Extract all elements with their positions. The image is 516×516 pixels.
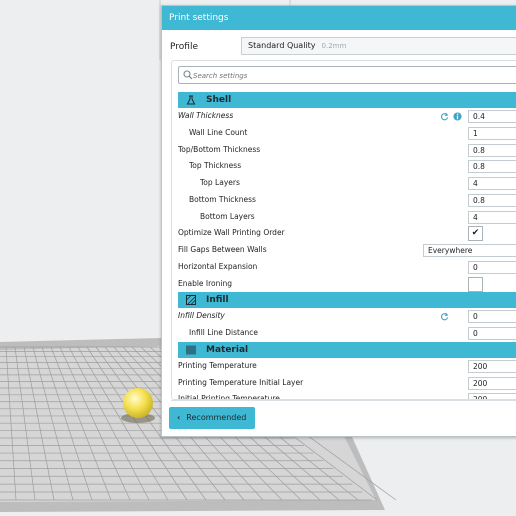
reset-icon[interactable] bbox=[440, 112, 449, 121]
setting-value-field[interactable]: 200 bbox=[468, 393, 516, 399]
setting-value-field[interactable]: 200 bbox=[468, 359, 516, 373]
setting-row-infill-density: Infill Density 0 bbox=[178, 308, 516, 325]
setting-label: Top/Bottom Thickness bbox=[178, 144, 261, 154]
setting-value-field[interactable]: 0.8 bbox=[468, 160, 516, 174]
reset-icon[interactable] bbox=[440, 312, 449, 321]
setting-checkbox[interactable]: ✔ bbox=[468, 226, 483, 242]
setting-row-top-bottom-thickness: Top/Bottom Thickness 0.8 bbox=[178, 142, 516, 159]
setting-row-optimize-wall-printing-order: Optimize Wall Printing Order ✔ bbox=[178, 225, 516, 242]
setting-label: Optimize Wall Printing Order bbox=[178, 228, 285, 238]
setting-label: Bottom Thickness bbox=[189, 194, 256, 204]
model-sphere bbox=[123, 388, 153, 418]
setting-row-wall-thickness: Wall Thickness 0.4 bbox=[178, 108, 516, 125]
setting-value-field[interactable]: 0 bbox=[468, 327, 516, 340]
setting-label: Infill Density bbox=[178, 311, 225, 321]
setting-row-initial-printing-temperature: Initial Printing Temperature 200 bbox=[178, 391, 516, 400]
setting-label: Bottom Layers bbox=[200, 211, 255, 221]
setting-row-printing-temperature-initial-layer: Printing Temperature Initial Layer 200 bbox=[178, 375, 516, 392]
setting-row-horizontal-expansion: Horizontal Expansion 0 bbox=[178, 259, 516, 276]
profile-value: Standard Quality bbox=[248, 41, 316, 50]
setting-label: Wall Thickness bbox=[178, 111, 234, 120]
setting-label: Printing Temperature Initial Layer bbox=[178, 377, 304, 387]
material-icon bbox=[186, 345, 196, 355]
setting-value-field[interactable]: 4 bbox=[468, 210, 516, 224]
profile-layer-height: 0.2mm bbox=[321, 42, 347, 50]
setting-value-field[interactable]: 0 bbox=[468, 310, 516, 324]
setting-label: Top Thickness bbox=[189, 161, 242, 171]
setting-label: Fill Gaps Between Walls bbox=[178, 245, 267, 254]
setting-label: Printing Temperature bbox=[178, 360, 257, 370]
setting-label: Wall Line Count bbox=[189, 127, 248, 137]
setting-value-field[interactable]: 0 bbox=[468, 260, 516, 274]
setting-value-field[interactable]: 0.4 bbox=[468, 110, 516, 123]
setting-select[interactable]: Everywhere bbox=[423, 244, 516, 257]
setting-label: Top Layers bbox=[200, 178, 240, 187]
setting-label: Enable Ironing bbox=[178, 278, 233, 288]
shell-icon bbox=[186, 95, 196, 105]
recommended-label: Recommended bbox=[186, 413, 247, 422]
profile-label: Profile bbox=[170, 42, 198, 52]
setting-row-infill-line-distance: Infill Line Distance 0 bbox=[178, 325, 516, 342]
settings-list[interactable]: Shell Wall Thickness 0.4 Wall Line Count 1 To… bbox=[171, 60, 516, 400]
category-label: Infill bbox=[206, 295, 229, 306]
category-label: Shell bbox=[206, 95, 232, 105]
recommended-button[interactable]: ‹ Recommended bbox=[169, 407, 255, 429]
print-settings-panel: Print settings Profile Standard Quality 0… bbox=[161, 5, 516, 437]
category-shell[interactable]: Shell bbox=[178, 92, 516, 108]
category-label: Material bbox=[206, 344, 249, 355]
search-input[interactable] bbox=[193, 69, 493, 82]
settings-rows: Shell Wall Thickness 0.4 Wall Line Count 1 To… bbox=[178, 92, 516, 400]
setting-value-field[interactable]: 1 bbox=[468, 126, 516, 140]
setting-row-top-thickness: Top Thickness 0.8 bbox=[178, 158, 516, 175]
setting-label: Horizontal Expansion bbox=[178, 261, 258, 271]
setting-row-top-layers: Top Layers 4 bbox=[178, 175, 516, 192]
info-icon[interactable] bbox=[453, 112, 462, 121]
category-infill[interactable]: Infill bbox=[178, 292, 516, 309]
setting-label: Infill Line Distance bbox=[189, 328, 259, 337]
setting-value-field[interactable]: 0.8 bbox=[468, 143, 516, 157]
setting-label: Initial Printing Temperature bbox=[178, 394, 280, 400]
setting-value-field[interactable]: 4 bbox=[468, 177, 516, 190]
setting-row-printing-temperature: Printing Temperature 200 bbox=[178, 358, 516, 375]
setting-row-wall-line-count: Wall Line Count 1 bbox=[178, 125, 516, 142]
setting-value-field[interactable]: 0.8 bbox=[468, 193, 516, 207]
category-material[interactable]: Material bbox=[178, 341, 516, 358]
setting-row-bottom-layers: Bottom Layers 4 bbox=[178, 209, 516, 226]
setting-row-bottom-thickness: Bottom Thickness 0.8 bbox=[178, 192, 516, 209]
panel-title: Print settings bbox=[162, 6, 516, 30]
search-box[interactable] bbox=[178, 66, 516, 84]
chevron-left-icon: ‹ bbox=[177, 413, 181, 422]
setting-row-enable-ironing: Enable Ironing bbox=[178, 276, 516, 293]
infill-icon bbox=[186, 295, 196, 306]
setting-value-field[interactable]: 200 bbox=[468, 376, 516, 390]
setting-row-fill-gaps-between-walls: Fill Gaps Between Walls Everywhere bbox=[178, 242, 516, 259]
search-icon bbox=[183, 70, 193, 80]
profile-select[interactable]: Standard Quality 0.2mm bbox=[241, 37, 516, 55]
divider bbox=[171, 400, 516, 401]
setting-checkbox[interactable] bbox=[468, 276, 483, 292]
